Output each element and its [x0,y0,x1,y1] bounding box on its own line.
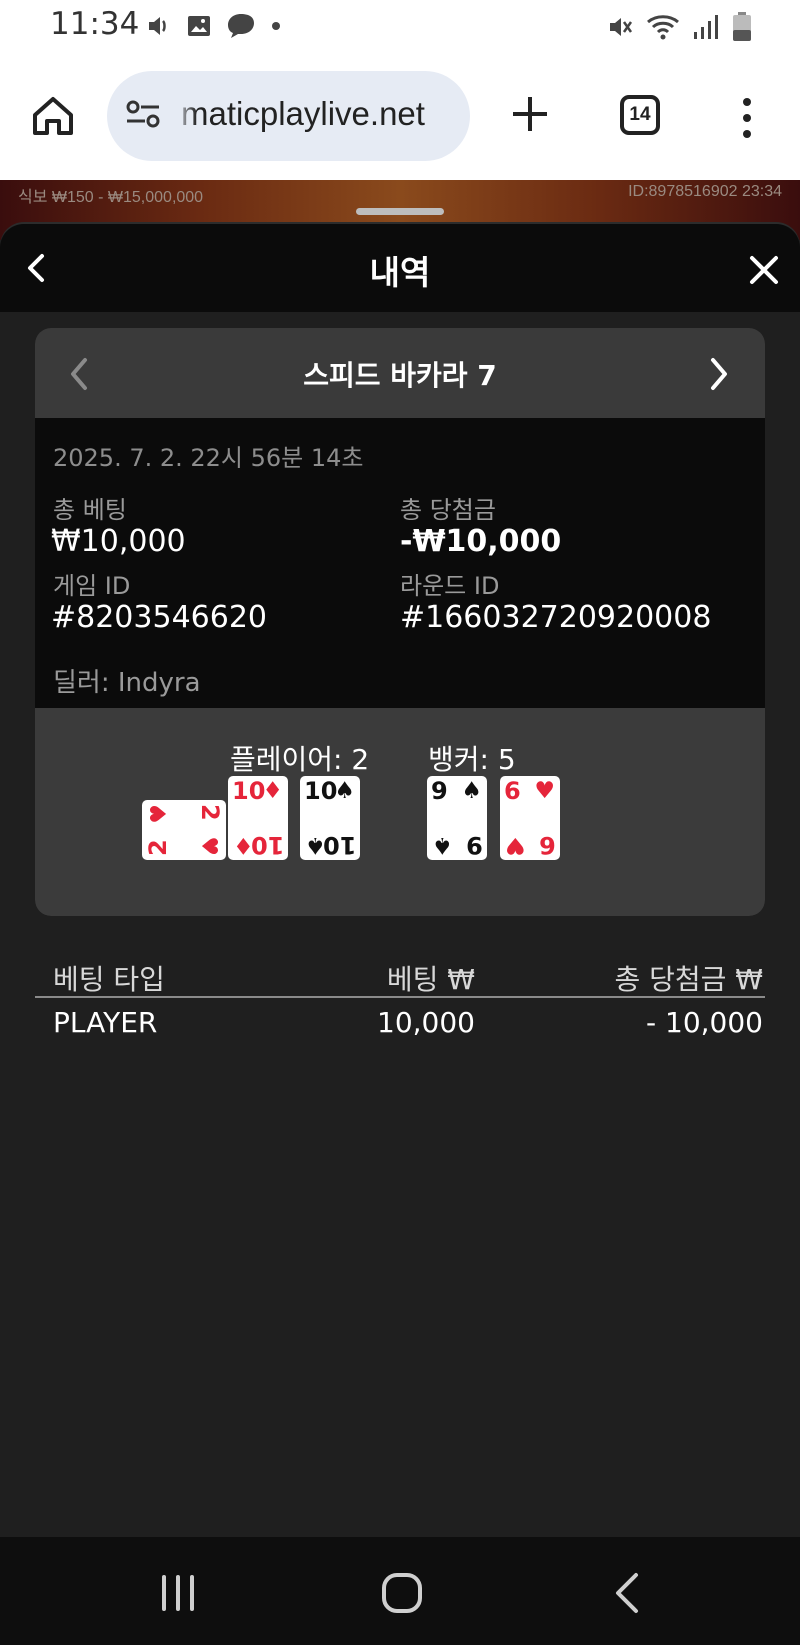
round-info: 2025. 7. 2. 22시 56분 14초 총 베팅 ₩10,000 총 당… [35,418,765,708]
player-card-2: 10 ♦ 10 ♦ [228,776,288,860]
card-suit: ♥ [534,778,555,804]
player-card-3: 10 ♠ 10 ♠ [300,776,360,860]
address-bar[interactable]: maticplaylive.net [107,71,470,161]
next-round-icon[interactable] [707,356,731,392]
win-amount-cell: - 10,000 [646,1006,763,1039]
card-rank: 10 [304,777,338,805]
column-header-bet: 베팅 ₩ [386,963,475,996]
game-id-label: 게임 ID [53,572,131,600]
panel-header: 내역 [0,224,800,312]
home-icon[interactable] [28,91,78,141]
total-bet-label: 총 베팅 [53,496,127,524]
game-id-value: #8203546620 [51,600,268,635]
card-rank: 9 [466,831,483,859]
image-icon [188,16,210,36]
player-card-1: 2 ♥ 2 ♥ [142,800,226,860]
table-row: PLAYER 10,000 - 10,000 [35,998,765,1050]
browser-toolbar: maticplaylive.net 14 [0,55,800,180]
home-nav-icon[interactable] [380,1571,424,1615]
status-time: 11:34 [50,6,140,42]
card-rank: 2 [144,839,172,856]
banker-card-1: 9 ♠ 9 ♠ [427,776,487,860]
dot-icon [272,22,280,30]
wifi-icon [647,15,679,40]
card-suit: ♠ [461,778,482,804]
column-header-bet-type: 베팅 타입 [53,963,165,996]
card-rank: 2 [196,804,224,821]
more-icon[interactable] [735,93,759,143]
chat-bubble-icon [228,14,254,38]
tabs-button[interactable]: 14 [620,95,660,135]
card-rank: 10 [322,831,356,859]
column-header-total-win: 총 당첨금 ₩ [614,963,763,996]
new-tab-icon[interactable] [505,89,555,139]
total-win-label: 총 당첨금 [400,496,496,524]
card-rank: 9 [431,777,448,805]
hands-area: 플레이어: 2 뱅커: 5 2 ♥ 2 ♥ 10 ♦ 10 ♦ 10 ♠ 10 … [35,708,765,916]
mute-icon [610,18,633,36]
signal-icon [694,15,718,39]
card-rank: 6 [539,831,556,859]
card-suit: ♦ [233,832,254,858]
recent-apps-icon[interactable] [158,1573,198,1613]
card-suit: ♦ [262,778,283,804]
card-suit: ♥ [196,836,221,856]
table-header: 베팅 타입 베팅 ₩ 총 당첨금 ₩ [35,952,765,998]
volume-icon [149,17,166,35]
game-name: 스피드 바카라 7 [303,359,497,392]
status-bar: 11:34 [0,0,800,55]
round-id-label: 라운드 ID [400,572,500,600]
banker-score-label: 뱅커: 5 [428,743,516,776]
banker-card-2: 6 ♥ 6 ♥ [500,776,560,860]
player-score-label: 플레이어: 2 [230,743,370,776]
card-suit: ♥ [147,804,172,824]
card-suit: ♠ [334,778,355,804]
dealer-name: 딜러: Indyra [53,668,201,698]
close-icon[interactable] [748,254,780,286]
url-text[interactable]: maticplaylive.net [181,95,425,133]
card-suit: ♠ [305,832,326,858]
card-suit: ♠ [432,832,453,858]
system-nav-bar [0,1537,800,1645]
round-id-value: #166032720920008 [400,600,712,635]
back-nav-icon[interactable] [612,1571,642,1615]
bet-limits: 식보 ₩150 - ₩15,000,000 [18,189,204,206]
card-rank: 10 [250,831,284,859]
total-bet-value: ₩10,000 [51,524,186,559]
round-detail-card: 스피드 바카라 7 2025. 7. 2. 22시 56분 14초 총 베팅 ₩… [35,328,765,916]
bet-amount-cell: 10,000 [377,1006,475,1039]
card-rank: 10 [232,777,266,805]
round-datetime: 2025. 7. 2. 22시 56분 14초 [53,444,364,472]
bets-table: 베팅 타입 베팅 ₩ 총 당첨금 ₩ PLAYER 10,000 - 10,00… [35,952,765,1050]
card-suit: ♥ [505,832,526,858]
total-win-value: -₩10,000 [400,524,562,559]
panel-title: 내역 [369,253,431,292]
card-header: 스피드 바카라 7 [35,328,765,418]
battery-icon [733,12,751,41]
drag-handle[interactable] [356,208,444,215]
game-id-time: ID:8978516902 23:34 [628,183,782,200]
bet-type-cell: PLAYER [53,1006,158,1039]
site-settings-icon[interactable] [125,99,161,129]
card-rank: 6 [504,777,521,805]
